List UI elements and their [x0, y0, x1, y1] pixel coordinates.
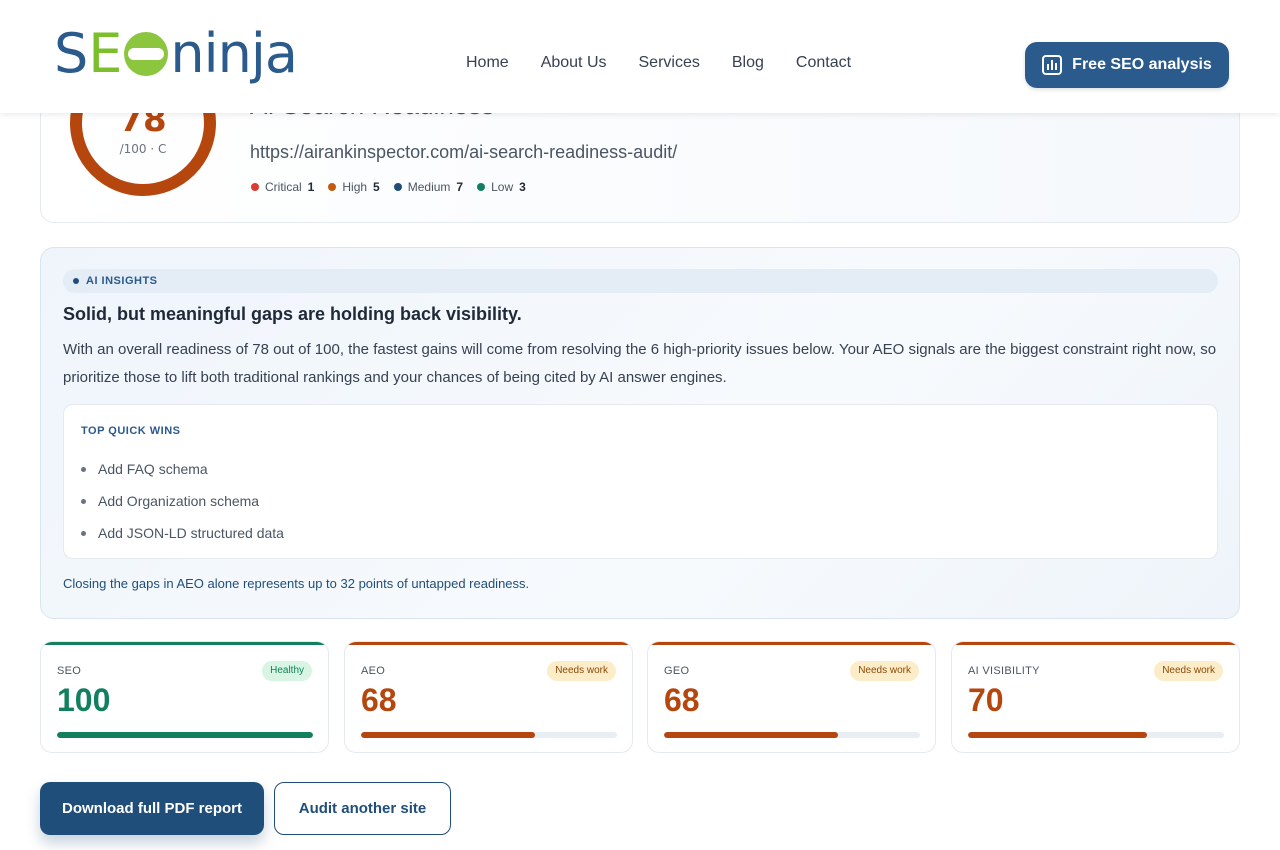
severity-critical: Critical 1: [251, 180, 314, 194]
insights-footer: Closing the gaps in AEO alone represents…: [63, 576, 530, 591]
severity-count: 7: [456, 180, 464, 194]
metric-value: 68: [664, 682, 700, 718]
quick-win-text: Add JSON-LD structured data: [98, 525, 284, 541]
quick-wins-box: TOP QUICK WINS Add FAQ schema Add Organi…: [63, 404, 1218, 559]
audit-another-site-button[interactable]: Audit another site: [274, 782, 451, 835]
metric-card-seo: SEO Healthy 100: [40, 641, 329, 753]
nav-contact[interactable]: Contact: [796, 54, 851, 72]
metric-progress-fill: [361, 732, 536, 738]
list-item: Add FAQ schema: [81, 453, 284, 485]
metric-progress-fill: [968, 732, 1148, 738]
ai-insights-panel: AI INSIGHTS Solid, but meaningful gaps a…: [40, 247, 1240, 619]
pill-dot-icon: [73, 278, 79, 284]
site-logo[interactable]: S Eninja: [54, 22, 298, 106]
metric-value: 100: [57, 682, 111, 718]
status-badge: Needs work: [850, 661, 919, 681]
severity-count: 5: [373, 180, 380, 194]
metric-label: AI VISIBILITY: [968, 665, 1040, 677]
severity-count: 1: [307, 180, 315, 194]
insights-body: With an overall readiness of 78 out of 1…: [63, 341, 1217, 386]
metric-progress-fill: [664, 732, 839, 738]
metric-progress: [968, 732, 1224, 738]
score-scale: /100 · C: [119, 142, 167, 156]
logo-s: S: [54, 22, 88, 85]
metric-card-geo: GEO Needs work 68: [647, 641, 936, 753]
quick-wins-label: TOP QUICK WINS: [81, 425, 181, 437]
pill-label: AI INSIGHTS: [86, 275, 158, 287]
metric-label: SEO: [57, 665, 82, 677]
metric-value: 68: [361, 682, 397, 718]
audited-url: https://airankinspector.com/ai-search-re…: [250, 142, 678, 162]
metric-top-bar: [952, 642, 1239, 645]
download-pdf-button[interactable]: Download full PDF report: [40, 782, 264, 835]
severity-summary: Critical 1 High 5 Medium 7 Low 3: [251, 180, 526, 194]
severity-label: Critical: [265, 180, 302, 194]
quick-wins-list: Add FAQ schema Add Organization schema A…: [81, 453, 284, 549]
bullet-icon: [81, 530, 86, 536]
severity-low: Low 3: [477, 180, 526, 194]
metric-card-aeo: AEO Needs work 68: [344, 641, 633, 753]
metric-label: GEO: [664, 665, 690, 677]
nav-blog[interactable]: Blog: [732, 54, 764, 72]
quick-win-text: Add FAQ schema: [98, 461, 208, 477]
nav-services[interactable]: Services: [639, 54, 700, 72]
critical-dot-icon: [251, 183, 259, 191]
metric-progress: [361, 732, 617, 738]
metric-top-bar: [41, 642, 328, 645]
severity-medium: Medium 7: [393, 180, 464, 194]
severity-label: High: [342, 180, 368, 194]
logo-ninja: ninja: [170, 22, 298, 85]
medium-dot-icon: [393, 183, 402, 191]
nav-about-us[interactable]: About Us: [541, 54, 607, 72]
metric-top-bar: [345, 642, 632, 645]
bullet-icon: [81, 466, 86, 472]
status-badge: Needs work: [1154, 661, 1223, 681]
metric-card-ai-visibility: AI VISIBILITY Needs work 70: [951, 641, 1240, 753]
status-badge: Needs work: [547, 661, 616, 681]
bar-chart-icon: [1042, 55, 1063, 75]
metric-label: AEO: [361, 665, 386, 677]
ninja-head-icon: [124, 32, 169, 76]
severity-high: High 5: [328, 180, 380, 194]
severity-label: Medium: [407, 180, 451, 194]
main-nav: Home About Us Services Blog Contact: [466, 54, 851, 72]
metric-value: 70: [968, 682, 1004, 718]
ai-insights-pill: AI INSIGHTS: [63, 269, 1218, 293]
metric-top-bar: [648, 642, 935, 645]
metric-progress: [664, 732, 920, 738]
list-item: Add Organization schema: [81, 485, 284, 517]
low-dot-icon: [477, 183, 486, 191]
status-badge: Healthy: [262, 661, 312, 681]
quick-win-text: Add Organization schema: [98, 493, 260, 509]
high-dot-icon: [328, 183, 337, 191]
cta-label: Free SEO analysis: [1072, 56, 1212, 73]
bullet-icon: [81, 498, 86, 504]
severity-label: Low: [491, 180, 514, 194]
severity-count: 3: [519, 180, 526, 194]
free-seo-analysis-button[interactable]: Free SEO analysis: [1025, 42, 1229, 88]
list-item: Add JSON-LD structured data: [81, 517, 284, 549]
metric-progress: [57, 732, 313, 738]
metric-progress-fill: [57, 732, 313, 738]
logo-e: E: [88, 22, 123, 85]
insights-title: Solid, but meaningful gaps are holding b…: [63, 304, 522, 324]
nav-home[interactable]: Home: [466, 54, 509, 72]
site-header: S Eninja Home About Us Services Blog Cont…: [0, 0, 1280, 113]
